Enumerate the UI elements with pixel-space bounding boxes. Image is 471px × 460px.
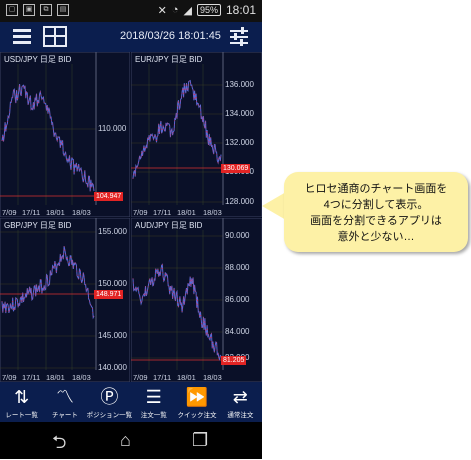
callout-line: 4つに分割して表示。 (323, 199, 429, 211)
current-price-badge: 104.947 (94, 192, 124, 201)
callout-line: ヒロセ通商のチャート画面を (304, 183, 448, 195)
status-bar: ▢ ▣ ⧉ ▤ ✕ ◔ ◢ 95% 18:01 (0, 0, 262, 22)
time-axis-label: 7/09 (2, 208, 17, 217)
price-tick-label: 90.000 (225, 231, 250, 240)
menu-icon[interactable] (8, 25, 36, 49)
chart-instrument-label: USD/JPY 日足 BID (4, 55, 72, 64)
price-tick-label: 110.000 (98, 124, 127, 133)
time-axis-label: 18/03 (203, 373, 222, 382)
time-axis-label: 18/01 (46, 373, 65, 382)
price-tick-label: 88.000 (225, 263, 250, 272)
battery-indicator: 95% (196, 4, 221, 16)
nav-chart[interactable]: 〽 チャート (43, 382, 86, 422)
current-price-badge: 130.069 (221, 164, 251, 173)
mute-icon: ✕ (157, 4, 167, 17)
nav-order-list[interactable]: ☰ 注文一覧 (132, 382, 175, 422)
time-axis-label: 7/09 (133, 373, 148, 382)
status-indicators: ✕ ◔ ◢ 95% 18:01 (158, 3, 256, 17)
time-axis-label: 18/03 (203, 208, 222, 217)
nav-rate-list[interactable]: ⇅ レート一覧 (0, 382, 43, 422)
annotation-callout: ヒロセ通商のチャート画面を 4つに分割して表示。 画面を分割できるアプリは 意外… (284, 172, 468, 252)
chart-panel-audjpy[interactable]: AUD/JPY 日足 BID90.00088.00086.00084.00082… (131, 218, 262, 382)
wifi-icon: ◔ (171, 4, 179, 16)
time-axis-label: 18/01 (177, 208, 196, 217)
nav-label: 通常注文 (227, 412, 254, 419)
chart-icon: 〽 (55, 387, 74, 407)
nav-position-list[interactable]: Ⓟ ポジション一覧 (87, 382, 133, 422)
time-axis-label: 18/01 (177, 373, 196, 382)
time-axis-label: 18/03 (72, 373, 91, 382)
chart-canvas (0, 218, 130, 382)
current-price-badge: 148.971 (94, 290, 124, 299)
price-tick-label: 145.000 (98, 331, 127, 340)
price-tick-label: 140.000 (98, 363, 127, 372)
signal-icon: ◢ (183, 4, 192, 17)
clock: 18:01 (225, 3, 256, 17)
chart-panel-gbpjpy[interactable]: GBP/JPY 日足 BID 155.000 150.000 145.000 140.0… (0, 218, 130, 382)
quick-order-icon: ⏩ (185, 387, 209, 407)
position-icon: Ⓟ (100, 387, 119, 407)
callout-line: 意外と少ない… (337, 231, 415, 243)
price-tick-label: 136.000 (225, 80, 254, 89)
time-axis-label: 18/01 (46, 208, 65, 217)
price-tick-label: 86.000 (225, 295, 250, 304)
chart-background (0, 218, 130, 382)
callout-line: 画面を分割できるアプリは (310, 215, 442, 227)
recents-icon[interactable]: ❐ (192, 430, 208, 451)
nav-label: レート一覧 (5, 412, 38, 419)
time-axis-label: 7/09 (2, 373, 17, 382)
price-tick-label: 150.000 (98, 279, 127, 288)
notification-icon-3: ⧉ (40, 4, 52, 16)
callout-tail (262, 192, 286, 220)
nav-label: 注文一覧 (140, 412, 167, 419)
chart-canvas (131, 52, 262, 217)
price-tick-label: 132.000 (225, 138, 254, 147)
time-axis-label: 17/11 (153, 373, 172, 382)
time-axis-label: 17/11 (153, 208, 172, 217)
price-tick-label: 134.000 (225, 109, 254, 118)
time-axis-label: 17/11 (22, 208, 41, 217)
notification-icon-1: ▢ (6, 4, 18, 16)
nav-label: クイック注文 (177, 412, 217, 419)
bottom-navigation: ⇅ レート一覧 〽 チャート Ⓟ ポジション一覧 ☰ 注文一覧 ⏩ クイック注文… (0, 382, 262, 422)
notification-icons: ▢ ▣ ⧉ ▤ (6, 4, 69, 16)
chart-panel-usdjpy[interactable]: USD/JPY 日足 BID 110.000 104.947 7/09 17/11 18/… (0, 52, 130, 217)
split-view-icon[interactable] (43, 26, 67, 47)
current-datetime: 2018/03/26 18:01:45 (120, 30, 221, 42)
chart-instrument-label: AUD/JPY 日足 BID (135, 221, 203, 230)
nav-label: ポジション一覧 (86, 412, 133, 419)
price-tick-label: 84.000 (225, 327, 250, 336)
nav-quick-order[interactable]: ⏩ クイック注文 (175, 382, 218, 422)
chart-instrument-label: GBP/JPY 日足 BID (4, 221, 72, 230)
home-icon[interactable]: ⌂ (120, 430, 131, 451)
price-tick-label: 128.000 (225, 197, 254, 206)
normal-order-icon: ⇄ (232, 387, 248, 407)
current-price-badge: 81.205 (221, 356, 247, 365)
chart-grid: USD/JPY 日足 BID 110.000 104.947 7/09 17/11 18/… (0, 52, 262, 382)
time-axis-label: 18/03 (72, 208, 91, 217)
rate-list-icon: ⇅ (14, 387, 30, 407)
notification-icon-4: ▤ (57, 4, 69, 16)
time-axis-label: 17/11 (22, 373, 41, 382)
app-header: 2018/03/26 18:01:45 (0, 22, 262, 52)
chart-settings-icon[interactable] (226, 25, 254, 49)
nav-label: チャート (51, 412, 78, 419)
order-list-icon: ☰ (145, 387, 162, 407)
back-icon[interactable]: ⮌ (52, 430, 66, 460)
nav-normal-order[interactable]: ⇄ 通常注文 (219, 382, 262, 422)
chart-instrument-label: EUR/JPY 日足 BID (135, 55, 203, 64)
price-tick-label: 155.000 (98, 227, 127, 236)
chart-panel-eurjpy[interactable]: EUR/JPY 日足 BID 136.000 134.000 132.000 130.0… (131, 52, 262, 217)
phone-screen: ▢ ▣ ⧉ ▤ ✕ ◔ ◢ 95% 18:01 2018/03/26 18:01… (0, 0, 262, 459)
time-axis-label: 7/09 (133, 208, 148, 217)
android-navigation-bar: ⮌ ⌂ ❐ (0, 422, 262, 459)
notification-icon-2: ▣ (23, 4, 35, 16)
